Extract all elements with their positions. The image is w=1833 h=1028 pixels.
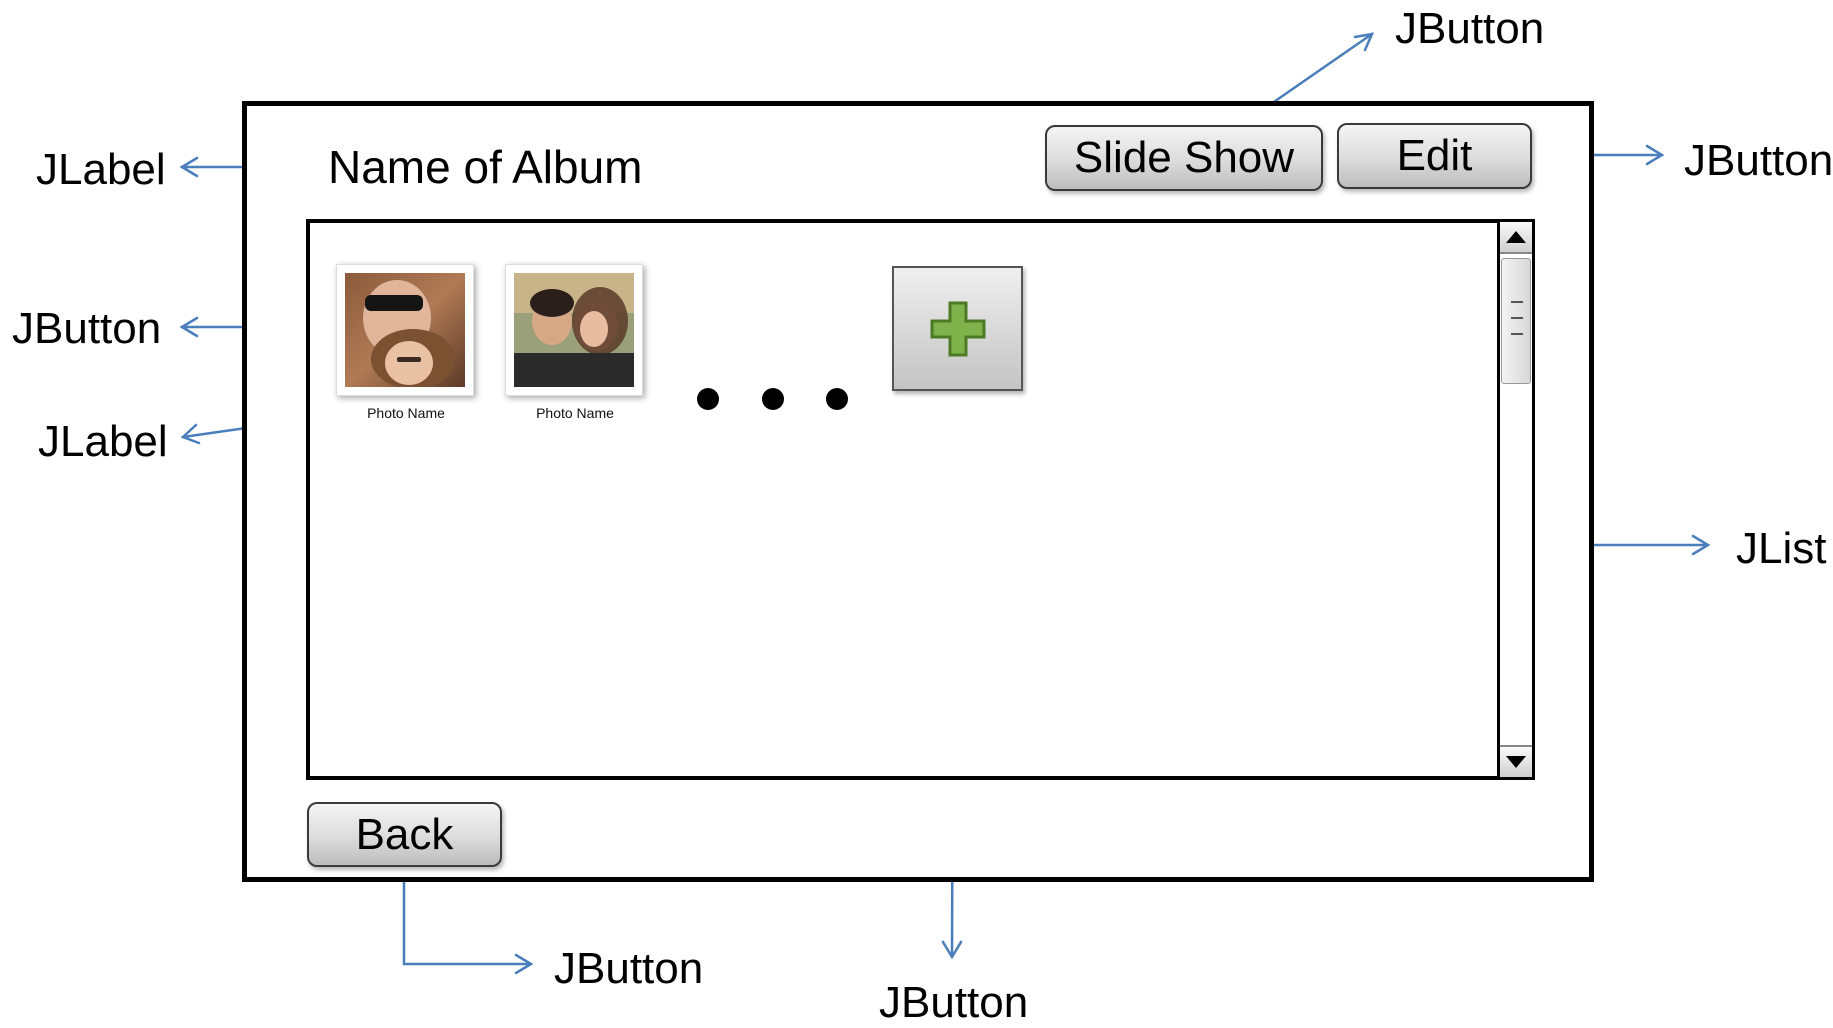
photo-button[interactable] [505,264,643,396]
arrowhead-edit [1645,144,1665,166]
photo-thumbnail [345,273,465,387]
annotation-back: JButton [554,944,704,993]
annotation-add: JButton [879,978,1029,1027]
scroll-thumb[interactable] [1501,258,1531,384]
arrowhead-slideshow [1353,32,1375,52]
ellipsis-dot [697,388,719,410]
photo-thumbnail [514,273,634,387]
annotation-photo-label: JLabel [38,417,168,466]
annotation-edit: JButton [1684,136,1833,185]
annotation-photo-button: JButton [12,304,162,353]
arrowhead-add [941,940,963,960]
annotation-slideshow: JButton [1395,4,1545,53]
annotation-list: JList [1736,524,1827,573]
album-title-label: Name of Album [328,141,643,193]
arrowhead-photo-label [180,423,201,445]
edit-button[interactable]: Edit [1337,123,1532,189]
grip-line [1511,317,1523,319]
photo-button[interactable] [336,264,474,396]
arrowhead-back [514,953,534,975]
grip-line [1511,301,1523,303]
triangle-up-icon[interactable] [1500,222,1532,254]
ellipsis-dot [762,388,784,410]
arrowhead-list [1691,534,1711,556]
add-photo-button[interactable] [892,266,1023,391]
ellipsis-dot [826,388,848,410]
photo-name-label: Photo Name [367,405,445,421]
arrow-back [402,866,533,966]
arrowhead-title [179,156,199,178]
grip-line [1511,333,1523,335]
annotation-album-title: JLabel [36,145,166,194]
triangle-down-icon[interactable] [1500,745,1532,777]
back-button[interactable]: Back [307,802,502,867]
photo-name-label: Photo Name [536,405,614,421]
slide-show-button[interactable]: Slide Show [1045,125,1323,191]
plus-icon [930,301,985,356]
vertical-scrollbar[interactable] [1497,219,1535,780]
arrowhead-photo-button [179,316,199,338]
